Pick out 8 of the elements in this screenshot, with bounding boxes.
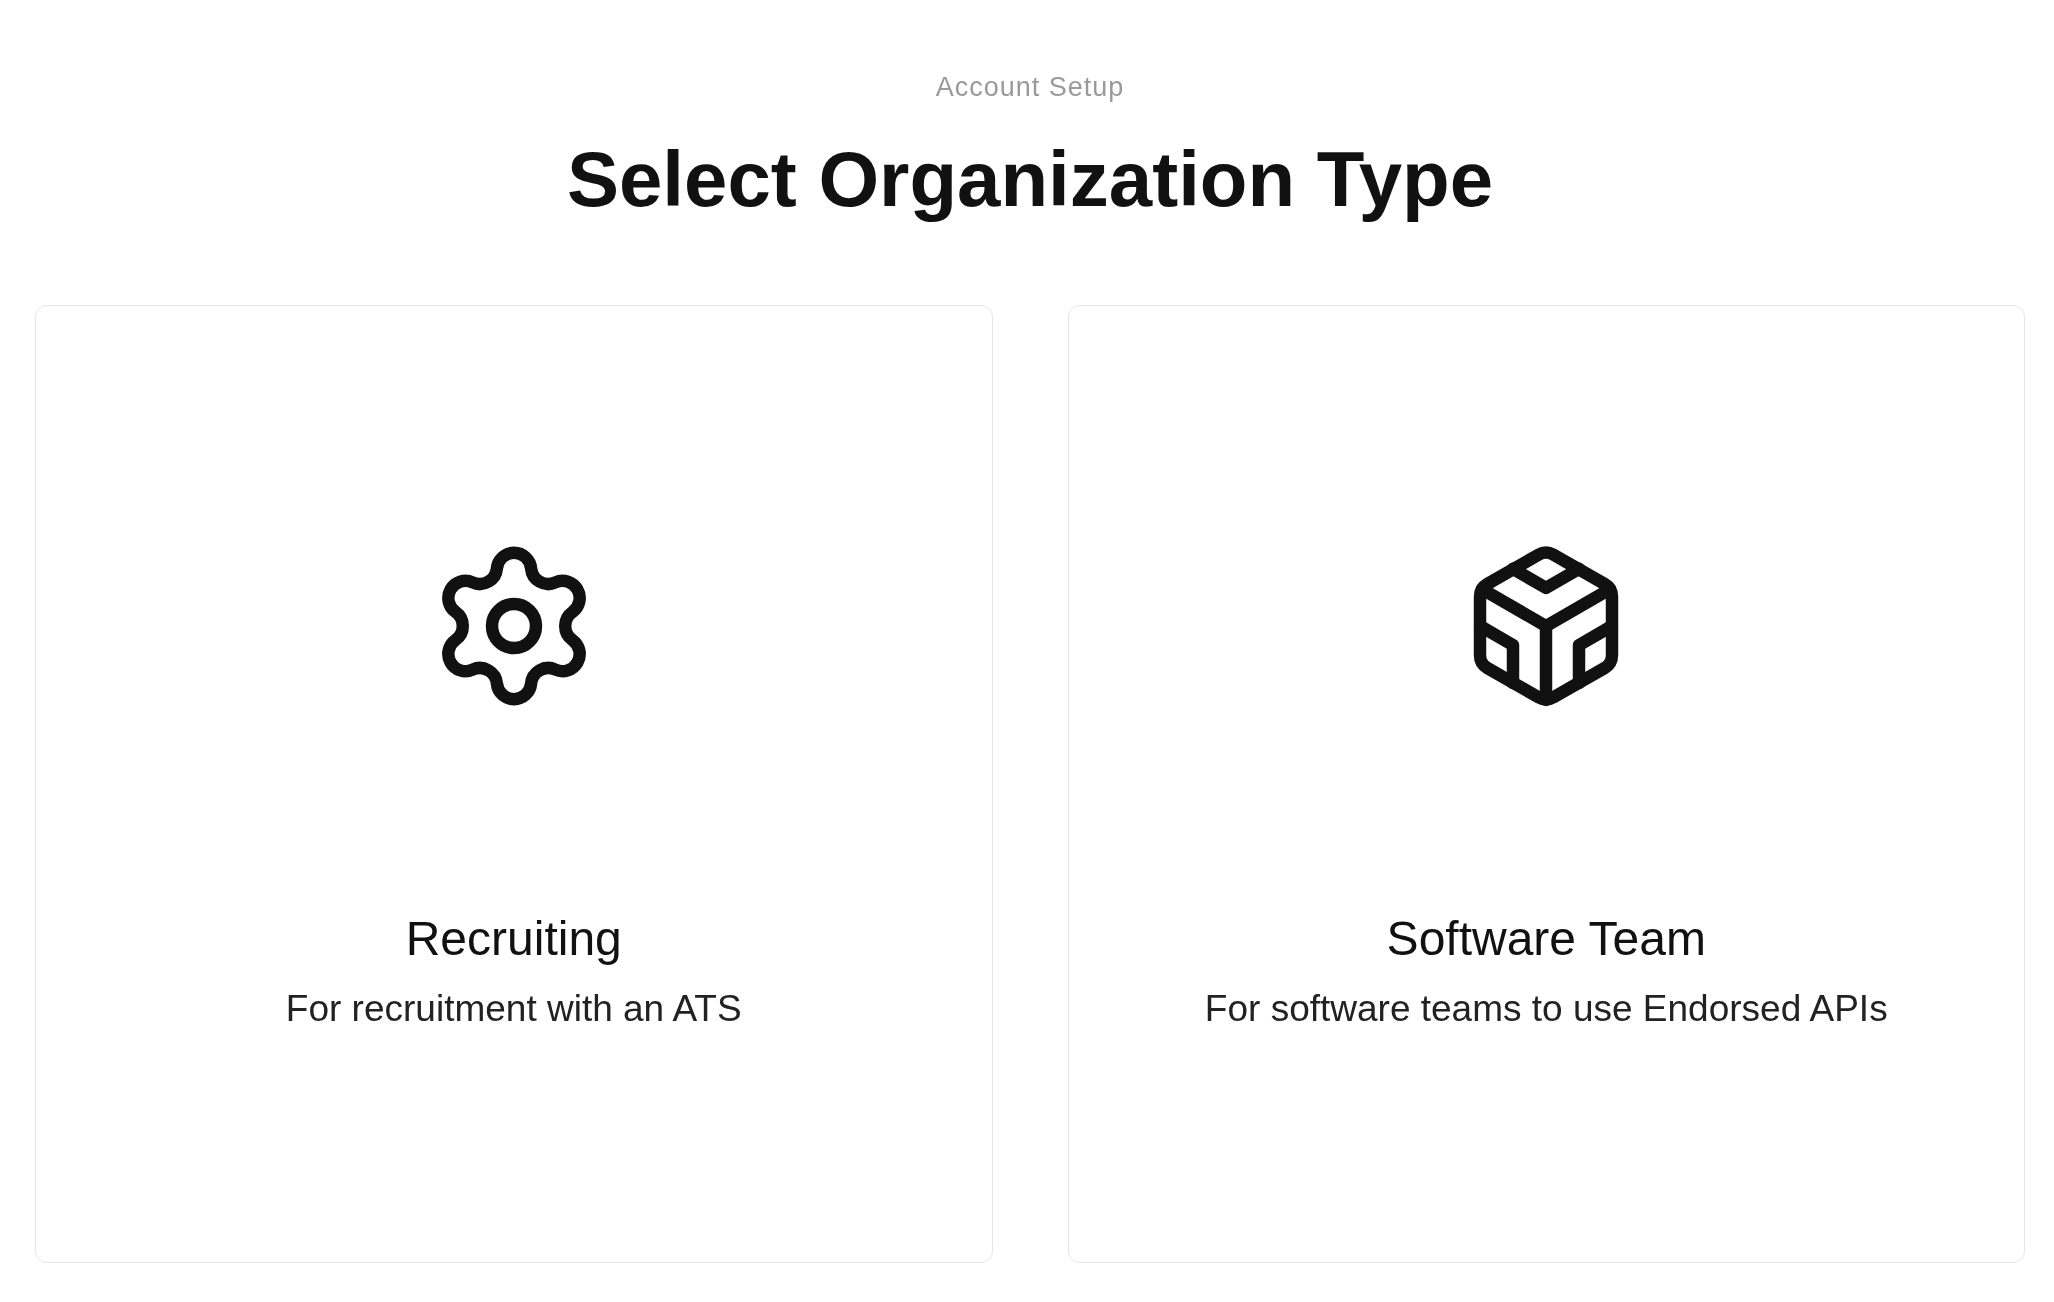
option-description: For recruitment with an ATS — [285, 987, 742, 1030]
option-description: For software teams to use Endorsed APIs — [1204, 987, 1888, 1030]
eyebrow-label: Account Setup — [935, 72, 1125, 103]
option-title: Software Team — [1386, 910, 1706, 966]
option-title: Recruiting — [405, 910, 622, 966]
option-card[interactable]: Recruiting For recruitment with an ATS — [35, 304, 993, 1263]
option-card[interactable]: Software Team For software teams to use Endorsed APIs — [1067, 304, 2025, 1263]
page-title: Select Organization Type — [566, 137, 1494, 223]
